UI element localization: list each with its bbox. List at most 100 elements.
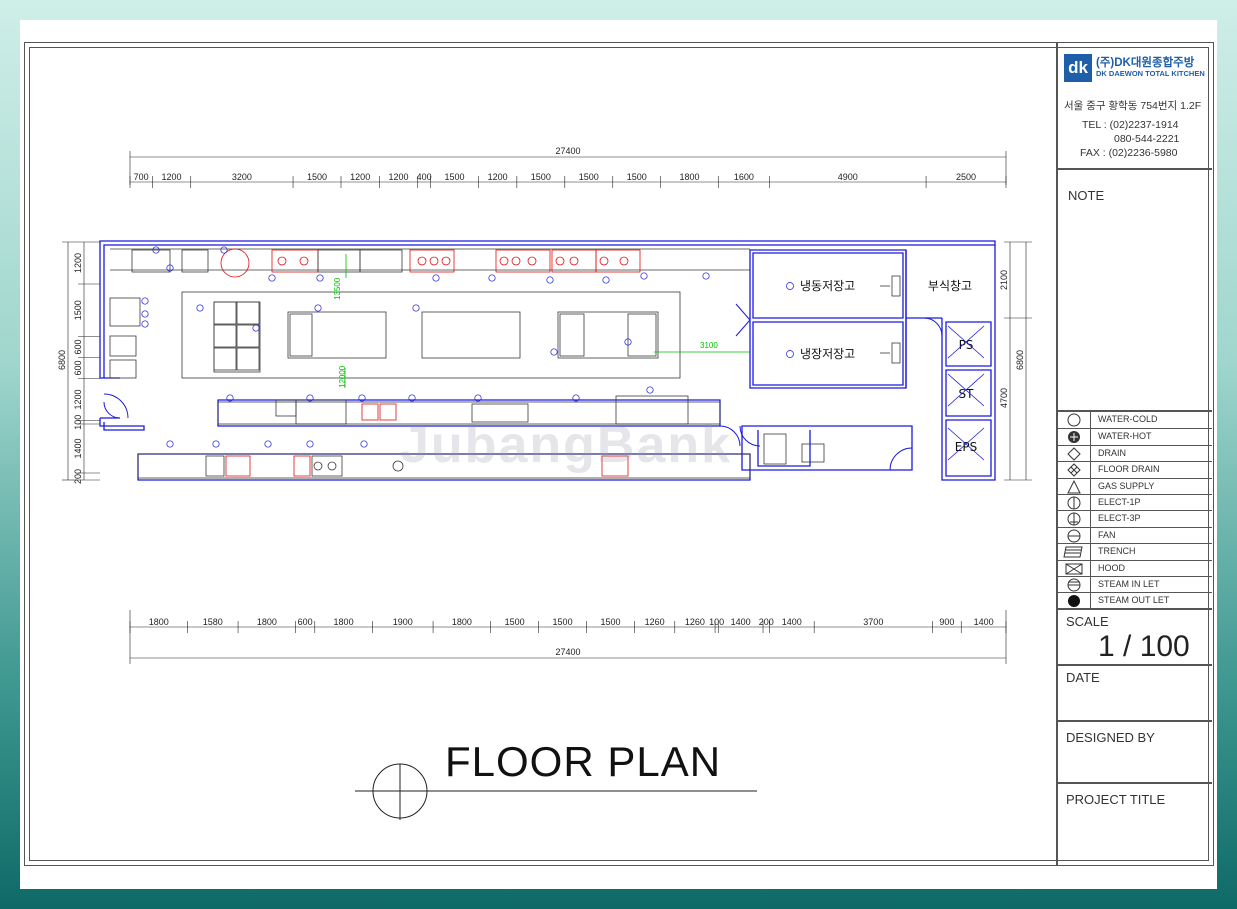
steam-inlet-icon xyxy=(1058,577,1091,593)
bottom-dim-label: 1260 xyxy=(645,617,665,627)
island-sink-2 xyxy=(559,313,585,357)
bottom-dim-label: 1800 xyxy=(452,617,472,627)
bottom-dim-label: 600 xyxy=(298,617,313,627)
item-marker xyxy=(212,440,220,448)
utility-sink xyxy=(763,433,787,465)
item-marker xyxy=(488,274,496,282)
wall-counter xyxy=(109,297,141,327)
room-label-ps: PS xyxy=(959,338,974,352)
item-marker xyxy=(786,282,794,290)
item-marker xyxy=(602,276,610,284)
top-dim-label: 3200 xyxy=(232,172,252,182)
item-marker xyxy=(316,274,324,282)
item-marker xyxy=(252,324,260,332)
fan-icon xyxy=(1058,527,1091,544)
legend-row: FAN xyxy=(1058,526,1212,544)
right-dim-label: 4700 xyxy=(999,388,1009,408)
designed-by-label: DESIGNED BY xyxy=(1066,730,1155,745)
legend-label: GAS SUPPLY xyxy=(1098,480,1155,491)
burner-mark xyxy=(417,256,427,266)
overall-bottom-label: 27400 xyxy=(555,647,580,657)
legend-label: TRENCH xyxy=(1098,546,1136,557)
legend-label: FAN xyxy=(1098,529,1116,540)
steam-outlet-icon xyxy=(1058,593,1091,610)
wok-range xyxy=(551,249,597,273)
item-marker xyxy=(314,304,322,312)
island-worktable-3 xyxy=(557,311,659,359)
scale-cell: SCALE 1 / 100 xyxy=(1058,608,1212,664)
bottom-unit xyxy=(293,455,311,477)
bottom-burner xyxy=(327,461,337,471)
rack-cell xyxy=(213,324,237,348)
company-tel: TEL : (02)2237-1914 xyxy=(1082,119,1179,131)
burner-mark xyxy=(277,256,287,266)
left-total-label: 6800 xyxy=(57,350,67,370)
door-swing xyxy=(923,317,943,337)
evaporator-fan xyxy=(891,342,901,364)
top-dim-label: 1200 xyxy=(350,172,370,182)
item-marker xyxy=(306,440,314,448)
company-fax: FAX : (02)2236-5980 xyxy=(1080,147,1178,159)
bottom-dim-label: 1500 xyxy=(601,617,621,627)
legend-label: STEAM IN LET xyxy=(1098,579,1160,589)
bottom-burner xyxy=(313,461,323,471)
top-dim-label: 1200 xyxy=(162,172,182,182)
door-swing xyxy=(103,401,121,419)
date-label: DATE xyxy=(1066,670,1100,685)
burner-mark xyxy=(619,256,629,266)
bottom-dim-label: 1900 xyxy=(393,617,413,627)
water-cold-icon xyxy=(1058,412,1091,428)
bottom-sink xyxy=(205,455,225,477)
fryer xyxy=(359,249,403,273)
door-swing xyxy=(739,425,761,447)
item-marker xyxy=(546,276,554,284)
hood-icon xyxy=(1058,560,1091,577)
note-cell: NOTE xyxy=(1058,168,1212,410)
legend-row: FLOOR DRAIN xyxy=(1058,461,1212,479)
left-dim-label: 200 xyxy=(73,469,83,484)
room-label-eps: EPS xyxy=(955,440,977,454)
room-label-freezer: 냉동저장고 xyxy=(800,279,855,293)
item-marker xyxy=(196,304,204,312)
dimension-lines: 27400 700 1200 3200 1500 1200 1200 400 1500 1200 1… xyxy=(57,146,1032,664)
wall-counter xyxy=(109,335,137,357)
date-cell: DATE xyxy=(1058,664,1212,720)
burner-mark xyxy=(511,256,521,266)
logo-english-name: DK DAEWON TOTAL KITCHEN xyxy=(1096,69,1205,78)
wall-counter xyxy=(109,359,137,379)
item-marker xyxy=(412,304,420,312)
rack-cell xyxy=(236,324,260,348)
central-island xyxy=(181,291,681,379)
burner-mark xyxy=(599,256,609,266)
legend-row: DRAIN xyxy=(1058,444,1212,462)
burner-mark xyxy=(527,256,537,266)
left-dim-label: 1200 xyxy=(73,389,83,409)
title-block: dk (주)DK대원종합주방 DK DAEWON TOTAL KITCHEN 서… xyxy=(1056,42,1214,866)
legend-label: DRAIN xyxy=(1098,447,1127,458)
wall-segment xyxy=(749,249,907,389)
item-marker xyxy=(141,320,149,328)
bottom-dim-label: 1800 xyxy=(257,617,277,627)
legend-label: ELECT-1P xyxy=(1098,497,1141,507)
range-large xyxy=(495,249,551,273)
shaft-cross xyxy=(947,373,985,407)
top-dim-label: 700 xyxy=(134,172,149,182)
item-marker xyxy=(141,310,149,318)
company-address: 서울 중구 황학동 754번지 1.2F xyxy=(1064,100,1202,112)
project-title-label: PROJECT TITLE xyxy=(1066,792,1166,807)
inner-dim-label: 13500 xyxy=(333,277,342,300)
bottom-dim-label: 1800 xyxy=(149,617,169,627)
shaft-cross xyxy=(947,427,985,461)
note-label: NOTE xyxy=(1068,188,1105,203)
shaft-cross xyxy=(947,325,985,359)
room-label-side-storage: 부식창고 xyxy=(928,279,972,293)
legend-row: HOOD xyxy=(1058,559,1212,577)
item-marker xyxy=(550,348,558,356)
legend-label: WATER-HOT xyxy=(1098,431,1152,442)
top-dim-label: 1200 xyxy=(488,172,508,182)
island-sink xyxy=(289,313,313,357)
top-dim-label: 4900 xyxy=(838,172,858,182)
top-dim-label: 1500 xyxy=(307,172,327,182)
scale-value: 1 / 100 xyxy=(1098,630,1190,663)
bottom-range xyxy=(311,455,343,477)
